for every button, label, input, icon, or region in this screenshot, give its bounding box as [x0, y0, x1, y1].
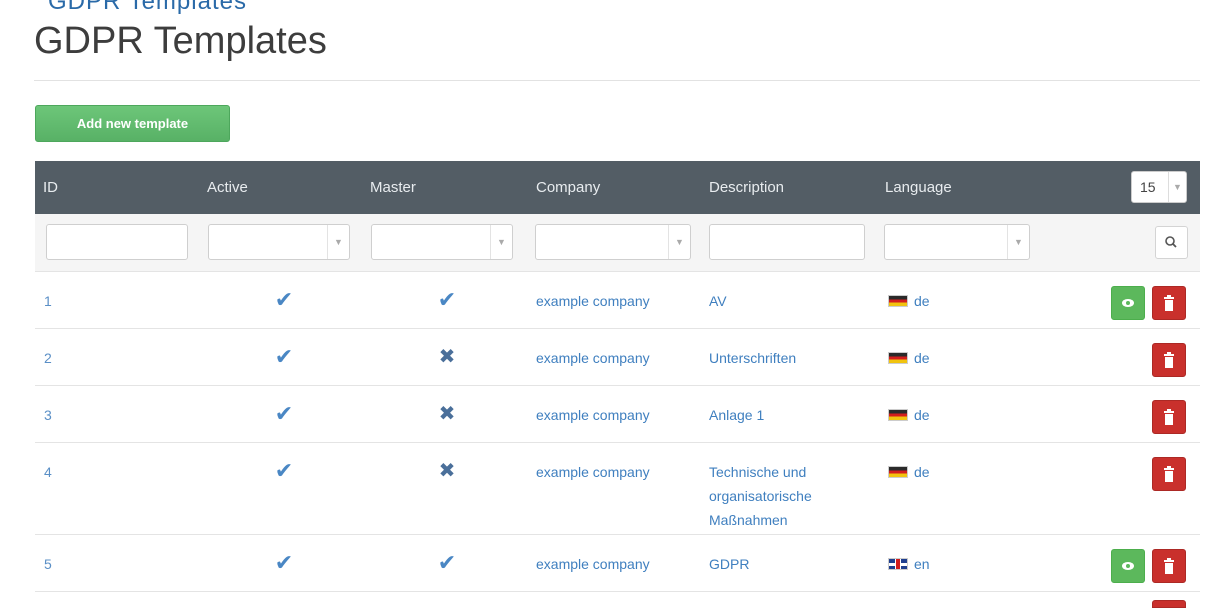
view-button[interactable]: [1111, 286, 1145, 320]
trash-icon: [1164, 558, 1174, 574]
table-row: 4 ✔ ✖ example company Technische und org…: [35, 443, 1200, 535]
eye-icon: [1122, 299, 1134, 307]
eye-icon: [1122, 562, 1134, 570]
view-button[interactable]: [1111, 549, 1145, 583]
checkmark-icon: ✔: [274, 401, 294, 426]
delete-button[interactable]: [1152, 400, 1186, 434]
header-description[interactable]: Description: [709, 161, 784, 214]
active-filter-select[interactable]: ▼: [208, 224, 350, 260]
row-company[interactable]: example company: [536, 346, 650, 370]
chevron-down-icon: ▼: [668, 225, 690, 259]
row-company[interactable]: example company: [536, 289, 650, 313]
row-description[interactable]: Anlage 1: [709, 403, 869, 427]
chevron-down-icon: ▼: [1007, 225, 1029, 259]
german-flag-icon: [888, 352, 908, 364]
row-company[interactable]: example company: [536, 552, 650, 576]
german-flag-icon: [888, 409, 908, 421]
row-id[interactable]: 2: [44, 346, 52, 370]
delete-button[interactable]: [1152, 286, 1186, 320]
delete-button[interactable]: [1152, 343, 1186, 377]
checkmark-icon: ✔: [437, 550, 457, 575]
table-row: [35, 592, 1200, 608]
row-id[interactable]: 5: [44, 552, 52, 576]
row-description[interactable]: AV: [709, 289, 869, 313]
row-company[interactable]: example company: [536, 460, 650, 484]
language-code: de: [914, 407, 930, 423]
language-code: en: [914, 556, 930, 572]
page-title: GDPR Templates: [34, 20, 327, 62]
row-language: de: [888, 289, 930, 313]
header-language[interactable]: Language: [885, 161, 952, 214]
table-row: 1 ✔ ✔ example company AV de: [35, 272, 1200, 329]
per-page-select[interactable]: 15 ▼: [1131, 171, 1187, 203]
row-id[interactable]: 3: [44, 403, 52, 427]
table-row: 3 ✔ ✖ example company Anlage 1 de: [35, 386, 1200, 443]
trash-icon: [1164, 295, 1174, 311]
row-description[interactable]: GDPR: [709, 552, 869, 576]
row-language: de: [888, 403, 930, 427]
table-row: 5 ✔ ✔ example company GDPR en: [35, 535, 1200, 592]
german-flag-icon: [888, 466, 908, 478]
checkmark-icon: ✔: [274, 458, 294, 483]
filter-row: ▼ ▼ ▼ ▼: [35, 214, 1200, 272]
breadcrumb[interactable]: GDPR Templates: [48, 0, 247, 16]
row-language: de: [888, 460, 930, 484]
id-filter-input[interactable]: [46, 224, 188, 260]
table-header: ID Active Master Company Description Lan…: [35, 161, 1200, 214]
row-company[interactable]: example company: [536, 403, 650, 427]
row-language: de: [888, 346, 930, 370]
delete-button[interactable]: [1152, 600, 1186, 608]
checkmark-icon: ✔: [437, 287, 457, 312]
row-description[interactable]: Unterschriften: [709, 346, 869, 370]
row-description[interactable]: Technische und organisatorische Maßnahme…: [709, 460, 869, 532]
trash-icon: [1164, 409, 1174, 425]
language-code: de: [914, 293, 930, 309]
trash-icon: [1164, 352, 1174, 368]
master-filter-select[interactable]: ▼: [371, 224, 513, 260]
header-active[interactable]: Active: [207, 161, 248, 214]
checkmark-icon: ✔: [274, 550, 294, 575]
chevron-down-icon: ▼: [490, 225, 512, 259]
header-master[interactable]: Master: [370, 161, 416, 214]
row-id[interactable]: 1: [44, 289, 52, 313]
german-flag-icon: [888, 295, 908, 307]
table-row: 2 ✔ ✖ example company Unterschriften de: [35, 329, 1200, 386]
per-page-value: 15: [1140, 179, 1156, 195]
add-template-button[interactable]: Add new template: [35, 105, 230, 142]
header-id[interactable]: ID: [43, 161, 58, 214]
header-company[interactable]: Company: [536, 161, 600, 214]
language-code: de: [914, 350, 930, 366]
delete-button[interactable]: [1152, 549, 1186, 583]
title-divider: [34, 80, 1200, 81]
checkmark-icon: ✔: [274, 287, 294, 312]
delete-button[interactable]: [1152, 457, 1186, 491]
language-code: de: [914, 464, 930, 480]
chevron-down-icon: ▼: [1168, 172, 1186, 202]
checkmark-icon: ✔: [274, 344, 294, 369]
language-filter-select[interactable]: ▼: [884, 224, 1030, 260]
cross-icon: ✖: [438, 403, 456, 425]
cross-icon: ✖: [438, 460, 456, 482]
company-filter-select[interactable]: ▼: [535, 224, 691, 260]
description-filter-input[interactable]: [709, 224, 865, 260]
search-button[interactable]: [1155, 226, 1188, 259]
search-icon: [1165, 236, 1177, 248]
row-id[interactable]: 4: [44, 460, 52, 484]
chevron-down-icon: ▼: [327, 225, 349, 259]
row-language: en: [888, 552, 930, 576]
uk-flag-icon: [888, 558, 908, 570]
cross-icon: ✖: [438, 346, 456, 368]
trash-icon: [1164, 466, 1174, 482]
